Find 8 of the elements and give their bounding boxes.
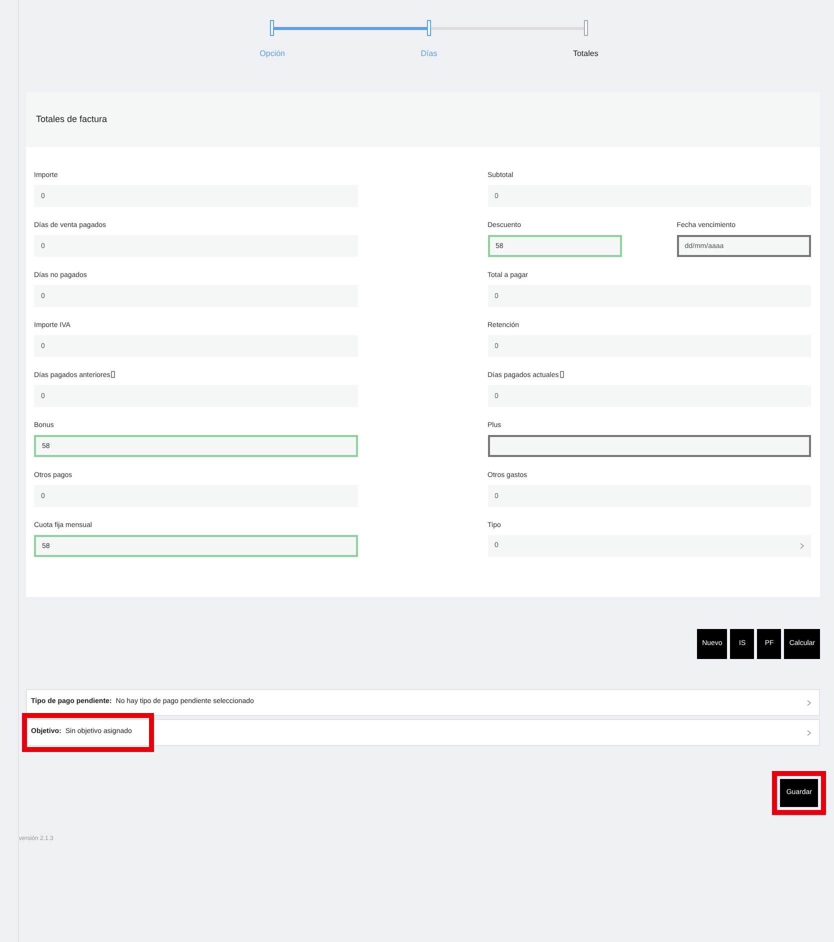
chevron-icon (807, 730, 811, 736)
card-title: Totales de factura (36, 112, 108, 126)
info-icon[interactable] (111, 371, 116, 378)
input-field[interactable] (488, 435, 811, 457)
step-label[interactable]: Totales (572, 48, 598, 60)
info-icon[interactable] (560, 371, 564, 378)
chevron-icon (807, 700, 811, 706)
chevron-icon (800, 543, 804, 549)
